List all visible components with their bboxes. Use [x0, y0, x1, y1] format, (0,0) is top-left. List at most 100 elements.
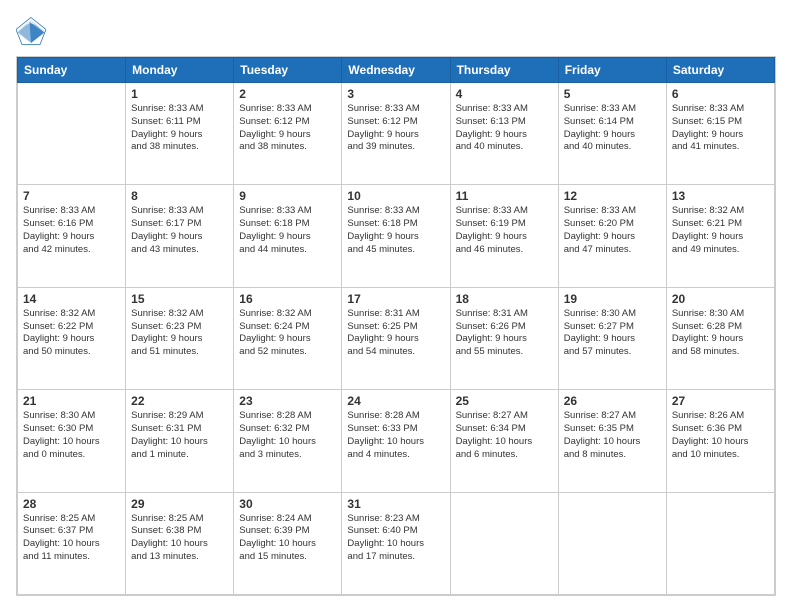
day-number: 13 — [672, 189, 769, 203]
calendar-cell: 27Sunrise: 8:26 AMSunset: 6:36 PMDayligh… — [666, 390, 774, 492]
day-info: Sunrise: 8:28 AMSunset: 6:33 PMDaylight:… — [347, 410, 444, 461]
day-number: 28 — [23, 497, 120, 511]
day-info: Sunrise: 8:24 AMSunset: 6:39 PMDaylight:… — [239, 513, 336, 564]
calendar-cell: 3Sunrise: 8:33 AMSunset: 6:12 PMDaylight… — [342, 83, 450, 185]
calendar-cell: 2 Sunrise: 8:33 AMSunset: 6:12 PMDaylight… — [234, 83, 342, 185]
day-number: 31 — [347, 497, 444, 511]
day-number: 10 — [347, 189, 444, 203]
logo — [16, 16, 50, 46]
calendar-cell: 4 Sunrise: 8:33 AMSunset: 6:13 PMDaylight… — [450, 83, 558, 185]
day-info: Sunrise: 8:33 AMSunset: 6:18 PMDaylight:… — [347, 205, 444, 256]
day-info: Sunrise: 8:33 AMSunset: 6:11 PMDaylight:… — [131, 103, 228, 154]
calendar-cell — [558, 492, 666, 594]
day-number: 11 — [456, 189, 553, 203]
page: SundayMondayTuesdayWednesdayThursdayFrid… — [0, 0, 792, 612]
day-info: Sunrise: 8:23 AMSunset: 6:40 PMDaylight:… — [347, 513, 444, 564]
day-number: 6 — [672, 87, 769, 101]
calendar-cell: 31 Sunrise: 8:23 AMSunset: 6:40 PMDayligh… — [342, 492, 450, 594]
day-info: Sunrise: 8:25 AMSunset: 6:37 PMDaylight:… — [23, 513, 120, 564]
calendar-cell: 11 Sunrise: 8:33 AMSunset: 6:19 PMDayligh… — [450, 185, 558, 287]
day-number: 12 — [564, 189, 661, 203]
day-number: 25 — [456, 394, 553, 408]
day-number: 3 — [347, 87, 444, 101]
day-number: 23 — [239, 394, 336, 408]
week-row-2: 14Sunrise: 8:32 AMSunset: 6:22 PMDayligh… — [18, 287, 775, 389]
day-number: 9 — [239, 189, 336, 203]
day-info: Sunrise: 8:33 AMSunset: 6:18 PMDaylight:… — [239, 205, 336, 256]
calendar-cell: 14Sunrise: 8:32 AMSunset: 6:22 PMDayligh… — [18, 287, 126, 389]
day-info: Sunrise: 8:33 AMSunset: 6:13 PMDaylight:… — [456, 103, 553, 154]
header — [16, 16, 776, 46]
calendar-cell: 30Sunrise: 8:24 AMSunset: 6:39 PMDayligh… — [234, 492, 342, 594]
calendar-cell: 7 Sunrise: 8:33 AMSunset: 6:16 PMDaylight… — [18, 185, 126, 287]
day-header-monday: Monday — [126, 58, 234, 83]
day-info: Sunrise: 8:30 AMSunset: 6:28 PMDaylight:… — [672, 308, 769, 359]
week-row-0: 1 Sunrise: 8:33 AMSunset: 6:11 PMDaylight… — [18, 83, 775, 185]
day-number: 4 — [456, 87, 553, 101]
calendar-cell: 12 Sunrise: 8:33 AMSunset: 6:20 PMDayligh… — [558, 185, 666, 287]
calendar-cell: 6 Sunrise: 8:33 AMSunset: 6:15 PMDaylight… — [666, 83, 774, 185]
day-header-friday: Friday — [558, 58, 666, 83]
calendar: SundayMondayTuesdayWednesdayThursdayFrid… — [16, 56, 776, 596]
day-info: Sunrise: 8:31 AMSunset: 6:25 PMDaylight:… — [347, 308, 444, 359]
day-number: 24 — [347, 394, 444, 408]
day-number: 22 — [131, 394, 228, 408]
calendar-header: SundayMondayTuesdayWednesdayThursdayFrid… — [18, 58, 775, 83]
calendar-cell: 23Sunrise: 8:28 AMSunset: 6:32 PMDayligh… — [234, 390, 342, 492]
calendar-body: 1 Sunrise: 8:33 AMSunset: 6:11 PMDaylight… — [18, 83, 775, 595]
day-number: 21 — [23, 394, 120, 408]
day-number: 19 — [564, 292, 661, 306]
day-number: 2 — [239, 87, 336, 101]
calendar-cell: 15 Sunrise: 8:32 AMSunset: 6:23 PMDayligh… — [126, 287, 234, 389]
calendar-cell: 24 Sunrise: 8:28 AMSunset: 6:33 PMDayligh… — [342, 390, 450, 492]
week-row-3: 21 Sunrise: 8:30 AMSunset: 6:30 PMDayligh… — [18, 390, 775, 492]
day-info: Sunrise: 8:33 AMSunset: 6:17 PMDaylight:… — [131, 205, 228, 256]
calendar-cell: 26Sunrise: 8:27 AMSunset: 6:35 PMDayligh… — [558, 390, 666, 492]
day-info: Sunrise: 8:26 AMSunset: 6:36 PMDaylight:… — [672, 410, 769, 461]
day-header-saturday: Saturday — [666, 58, 774, 83]
calendar-cell: 13 Sunrise: 8:32 AMSunset: 6:21 PMDayligh… — [666, 185, 774, 287]
day-number: 5 — [564, 87, 661, 101]
day-header-sunday: Sunday — [18, 58, 126, 83]
day-header-wednesday: Wednesday — [342, 58, 450, 83]
day-info: Sunrise: 8:33 AMSunset: 6:12 PMDaylight:… — [239, 103, 336, 154]
day-number: 18 — [456, 292, 553, 306]
day-info: Sunrise: 8:27 AMSunset: 6:34 PMDaylight:… — [456, 410, 553, 461]
week-row-4: 28 Sunrise: 8:25 AMSunset: 6:37 PMDayligh… — [18, 492, 775, 594]
day-info: Sunrise: 8:30 AMSunset: 6:27 PMDaylight:… — [564, 308, 661, 359]
calendar-cell: 28 Sunrise: 8:25 AMSunset: 6:37 PMDayligh… — [18, 492, 126, 594]
day-header-tuesday: Tuesday — [234, 58, 342, 83]
day-info: Sunrise: 8:32 AMSunset: 6:23 PMDaylight:… — [131, 308, 228, 359]
calendar-cell: 1 Sunrise: 8:33 AMSunset: 6:11 PMDaylight… — [126, 83, 234, 185]
day-info: Sunrise: 8:33 AMSunset: 6:19 PMDaylight:… — [456, 205, 553, 256]
day-info: Sunrise: 8:33 AMSunset: 6:20 PMDaylight:… — [564, 205, 661, 256]
day-info: Sunrise: 8:33 AMSunset: 6:16 PMDaylight:… — [23, 205, 120, 256]
calendar-cell: 22 Sunrise: 8:29 AMSunset: 6:31 PMDayligh… — [126, 390, 234, 492]
day-info: Sunrise: 8:30 AMSunset: 6:30 PMDaylight:… — [23, 410, 120, 461]
logo-icon — [16, 16, 46, 46]
day-number: 1 — [131, 87, 228, 101]
calendar-cell — [18, 83, 126, 185]
calendar-cell: 9 Sunrise: 8:33 AMSunset: 6:18 PMDaylight… — [234, 185, 342, 287]
calendar-cell — [666, 492, 774, 594]
calendar-cell — [450, 492, 558, 594]
day-header-thursday: Thursday — [450, 58, 558, 83]
calendar-cell: 5Sunrise: 8:33 AMSunset: 6:14 PMDaylight… — [558, 83, 666, 185]
calendar-cell: 25 Sunrise: 8:27 AMSunset: 6:34 PMDayligh… — [450, 390, 558, 492]
day-info: Sunrise: 8:32 AMSunset: 6:22 PMDaylight:… — [23, 308, 120, 359]
day-number: 15 — [131, 292, 228, 306]
day-number: 29 — [131, 497, 228, 511]
week-row-1: 7 Sunrise: 8:33 AMSunset: 6:16 PMDaylight… — [18, 185, 775, 287]
day-info: Sunrise: 8:32 AMSunset: 6:21 PMDaylight:… — [672, 205, 769, 256]
day-info: Sunrise: 8:32 AMSunset: 6:24 PMDaylight:… — [239, 308, 336, 359]
calendar-cell: 29Sunrise: 8:25 AMSunset: 6:38 PMDayligh… — [126, 492, 234, 594]
day-info: Sunrise: 8:29 AMSunset: 6:31 PMDaylight:… — [131, 410, 228, 461]
calendar-cell: 19 Sunrise: 8:30 AMSunset: 6:27 PMDayligh… — [558, 287, 666, 389]
calendar-cell: 16Sunrise: 8:32 AMSunset: 6:24 PMDayligh… — [234, 287, 342, 389]
day-info: Sunrise: 8:31 AMSunset: 6:26 PMDaylight:… — [456, 308, 553, 359]
day-number: 7 — [23, 189, 120, 203]
calendar-cell: 8Sunrise: 8:33 AMSunset: 6:17 PMDaylight… — [126, 185, 234, 287]
day-info: Sunrise: 8:33 AMSunset: 6:15 PMDaylight:… — [672, 103, 769, 154]
header-row: SundayMondayTuesdayWednesdayThursdayFrid… — [18, 58, 775, 83]
day-number: 26 — [564, 394, 661, 408]
